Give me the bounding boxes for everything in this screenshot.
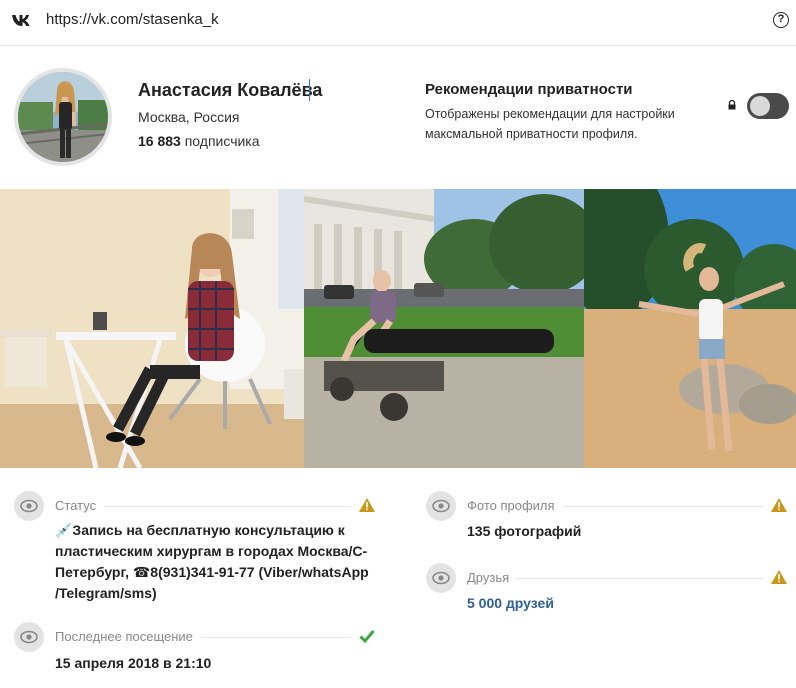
profile-location: Москва, Россия bbox=[138, 109, 240, 125]
friends-eye-icon bbox=[426, 563, 456, 593]
profile-photos-eye-icon bbox=[426, 491, 456, 521]
status-warning-icon bbox=[359, 498, 375, 512]
address-bar: https://vk.com/stasenka_k ? bbox=[0, 0, 796, 46]
last-seen-eye-icon bbox=[14, 622, 44, 652]
avatar[interactable] bbox=[14, 68, 112, 166]
text-cursor bbox=[309, 79, 310, 101]
photo-strip bbox=[0, 189, 796, 468]
profile-name: Анастасия Ковалёва bbox=[138, 80, 323, 100]
status-label: Статус bbox=[55, 498, 105, 513]
last-seen-value: 15 апреля 2018 в 21:10 bbox=[55, 655, 212, 671]
avatar-image bbox=[18, 72, 108, 162]
toggle-knob bbox=[750, 96, 770, 116]
photo-beach-jump[interactable] bbox=[584, 189, 796, 468]
profile-photos-label: Фото профиля bbox=[467, 498, 563, 513]
privacy-title: Рекомендации приватности bbox=[425, 81, 633, 98]
friends-value[interactable]: 5 000 друзей bbox=[467, 593, 554, 614]
last-seen-check-icon bbox=[359, 630, 375, 643]
privacy-toggle[interactable] bbox=[747, 93, 789, 119]
photo-cannon-park[interactable] bbox=[304, 189, 584, 468]
vk-logo-icon[interactable] bbox=[11, 12, 31, 28]
lock-icon bbox=[728, 100, 736, 110]
friends-label: Друзья bbox=[467, 570, 518, 585]
status-value: 💉Запись на бесплатную консультацию к пла… bbox=[55, 522, 369, 601]
url-text[interactable]: https://vk.com/stasenka_k bbox=[46, 10, 219, 30]
profile-photos-value[interactable]: 135 фотографий bbox=[467, 521, 581, 542]
status-eye-icon bbox=[14, 491, 44, 521]
subscribers-label: подписчика bbox=[184, 133, 260, 149]
help-icon[interactable]: ? bbox=[773, 12, 789, 28]
privacy-description: Отображены рекомендации для настройки ма… bbox=[425, 107, 675, 141]
photo-room-chair[interactable] bbox=[0, 189, 304, 468]
profile-photos-warning-icon bbox=[771, 498, 787, 512]
subscribers-count: 16 883 bbox=[138, 133, 181, 149]
last-seen-label: Последнее посещение bbox=[55, 629, 201, 644]
friends-warning-icon bbox=[771, 570, 787, 584]
subscribers: 16 883 подписчика bbox=[138, 133, 260, 149]
